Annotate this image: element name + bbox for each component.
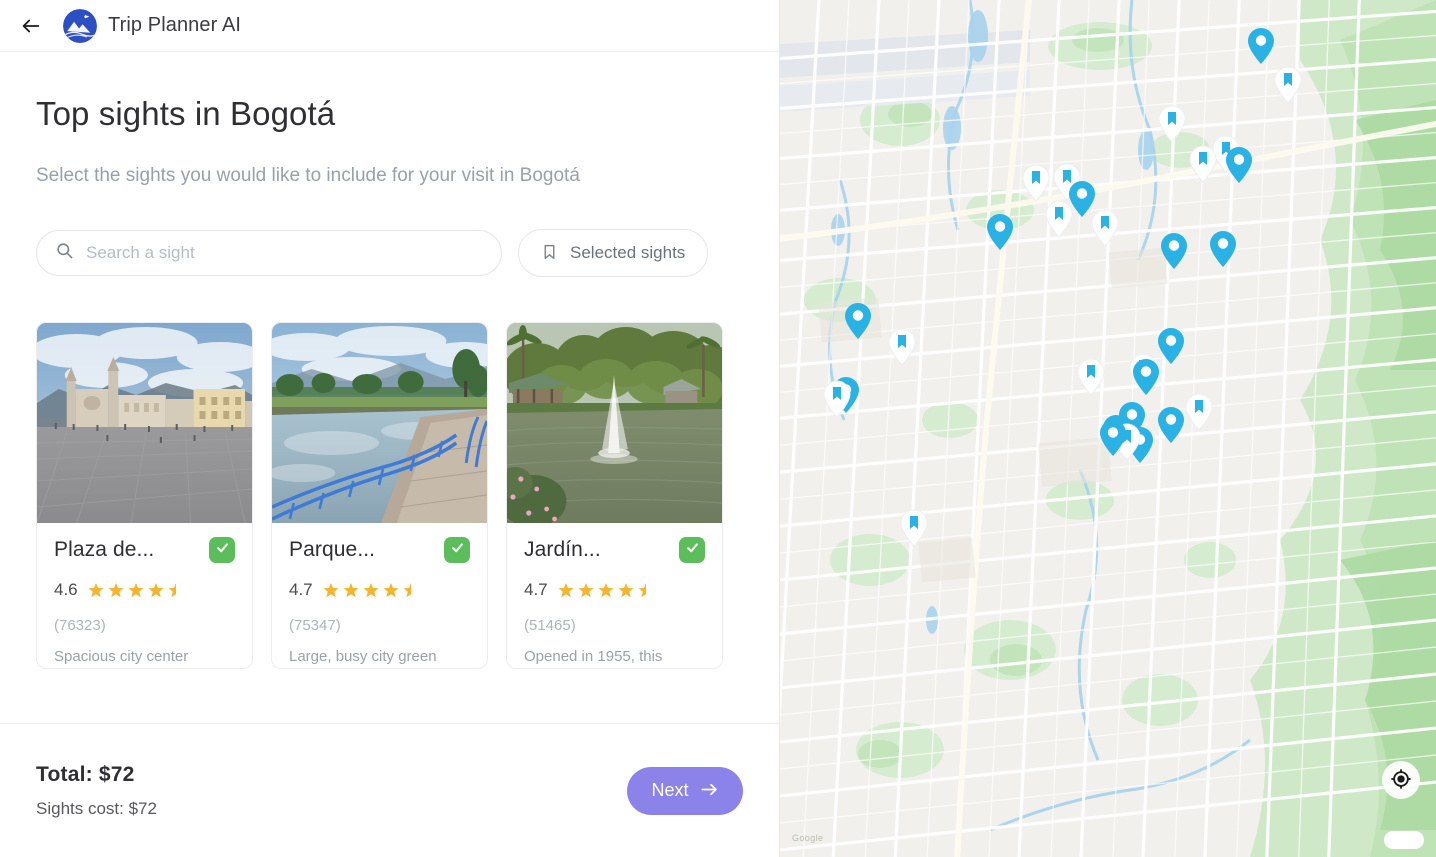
sight-title: Parque...: [289, 538, 376, 561]
app-title: Trip Planner AI: [108, 14, 242, 36]
sight-review-count: (75347): [289, 617, 341, 634]
sight-title: Jardín...: [524, 538, 601, 561]
check-icon: [215, 540, 230, 560]
map-pin-marker[interactable]: [1099, 419, 1127, 462]
search-row: Selected sights: [36, 229, 743, 277]
sight-rating-value: 4.6: [54, 580, 78, 599]
sight-rating-row: 4.7: [289, 580, 470, 600]
map-bookmark-marker[interactable]: [1077, 358, 1105, 401]
map-pin-marker[interactable]: [986, 213, 1014, 256]
map-pin-marker[interactable]: [1132, 358, 1160, 401]
sight-selected-checkbox[interactable]: [209, 537, 235, 563]
sight-cards-row: Plaza de... 4.6 (76323) Spacious city ce…: [36, 322, 743, 669]
map-bookmark-marker[interactable]: [1185, 393, 1213, 436]
sight-rating-row: 4.6: [54, 580, 235, 600]
back-button[interactable]: [12, 7, 50, 45]
map-bookmark-marker[interactable]: [1045, 200, 1073, 243]
app-header: Trip Planner AI: [0, 0, 779, 52]
sight-card[interactable]: Plaza de... 4.6 (76323) Spacious city ce…: [36, 322, 253, 669]
sight-rating-value: 4.7: [524, 580, 548, 599]
map-pin-marker[interactable]: [844, 302, 872, 345]
next-button[interactable]: Next: [627, 766, 743, 815]
map-bookmark-marker[interactable]: [823, 380, 851, 423]
star-rating-icons: [323, 582, 421, 599]
trip-planner-logo: [63, 8, 97, 43]
sight-description: Large, busy city green: [289, 648, 437, 665]
map-panel[interactable]: BOG - El Dorado International Airport Bo…: [780, 0, 1436, 857]
selected-sights-label: Selected sights: [570, 243, 686, 262]
search-icon: [55, 241, 74, 265]
parque-simon-bolivar-lake-photo: [272, 323, 487, 523]
map-pin-marker[interactable]: [1160, 232, 1188, 275]
sight-rating-value: 4.7: [289, 580, 313, 599]
sight-description: Spacious city center: [54, 648, 189, 665]
check-icon: [450, 540, 465, 560]
search-box[interactable]: [36, 230, 502, 276]
arrow-right-icon: [700, 780, 719, 802]
my-location-button[interactable]: [1382, 761, 1420, 799]
map-bookmark-marker[interactable]: [1158, 105, 1186, 148]
sight-card[interactable]: Parque... 4.7 (75347) Large, busy city g…: [271, 322, 488, 669]
sight-review-count: (76323): [54, 617, 106, 634]
map-pin-marker[interactable]: [936, 0, 964, 3]
jardin-botanico-fountain-photo: [507, 323, 722, 523]
sights-cost: Sights cost: $72: [36, 798, 157, 818]
map-bookmark-marker[interactable]: [1091, 209, 1119, 252]
cost-summary: Total: $72 Sights cost: $72: [36, 763, 157, 819]
sight-card[interactable]: Jardín... 4.7 (51465) Opened in 1955, th…: [506, 322, 723, 669]
arrow-left-icon: [20, 15, 42, 37]
check-icon: [685, 540, 700, 560]
sight-review-count: (51465): [524, 617, 576, 634]
page-subtitle: Select the sights you would like to incl…: [36, 165, 580, 186]
map-pin-marker[interactable]: [1157, 406, 1185, 449]
plaza-de-bolivar-photo: [37, 323, 252, 523]
sight-rating-row: 4.7: [524, 580, 705, 600]
selected-sights-button[interactable]: Selected sights: [518, 229, 709, 277]
left-panel: Trip Planner AI Top sights in Bogotá Sel…: [0, 0, 780, 857]
map-pin-marker[interactable]: [1247, 27, 1275, 70]
map-bookmark-marker[interactable]: [900, 509, 928, 552]
bookmark-icon: [541, 242, 558, 265]
map-pin-marker[interactable]: [1209, 230, 1237, 273]
sight-selected-checkbox[interactable]: [679, 537, 705, 563]
search-input[interactable]: [86, 243, 483, 263]
sight-selected-checkbox[interactable]: [444, 537, 470, 563]
map-bookmark-marker[interactable]: [1189, 145, 1217, 188]
map-bookmark-marker[interactable]: [1274, 66, 1302, 109]
map-bookmark-marker[interactable]: [888, 328, 916, 371]
map-pin-marker[interactable]: [1225, 146, 1253, 189]
panel-footer: Total: $72 Sights cost: $72 Next: [0, 723, 779, 857]
star-rating-icons: [558, 582, 656, 599]
my-location-icon: [1390, 768, 1412, 793]
star-rating-icons: [88, 582, 186, 599]
panel-body: Top sights in Bogotá Select the sights y…: [0, 52, 779, 723]
sight-description: Opened in 1955, this: [524, 648, 663, 665]
trip-planner-screen: Trip Planner AI Top sights in Bogotá Sel…: [0, 0, 1436, 857]
map-bottom-pill[interactable]: [1384, 831, 1424, 849]
page-title: Top sights in Bogotá: [36, 95, 336, 132]
map-pin-marker[interactable]: [1157, 327, 1185, 370]
map-attribution: Google: [792, 833, 824, 843]
next-button-label: Next: [651, 780, 689, 800]
total-amount: Total: $72: [36, 762, 135, 786]
sight-title: Plaza de...: [54, 538, 155, 561]
